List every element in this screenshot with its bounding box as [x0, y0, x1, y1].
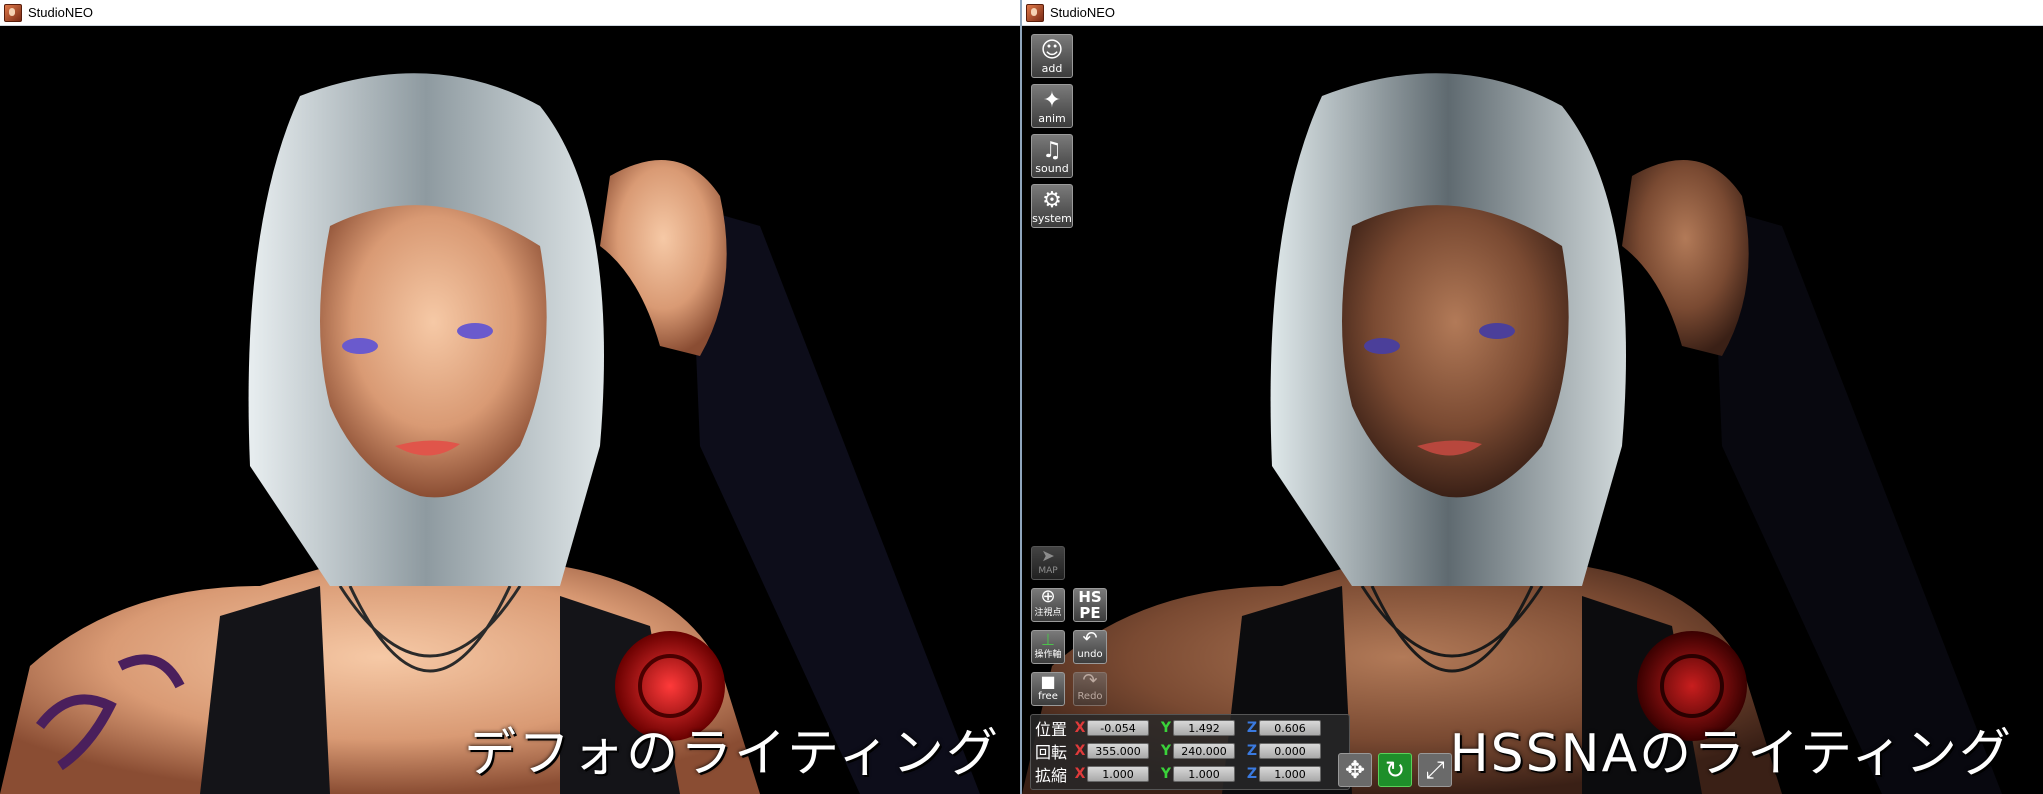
- camera-icon: ■: [1040, 672, 1056, 691]
- studio-window-default-lighting: StudioNEO デフォのライティング: [0, 0, 1020, 794]
- title-bar: StudioNEO: [1022, 0, 2043, 26]
- studio-window-hssna-lighting: StudioNEO ☺ add ✦ anim ♫ sound ⚙ system …: [1022, 0, 2043, 794]
- move-mode-button[interactable]: ✥: [1338, 753, 1372, 787]
- person-icon: ☺: [1040, 38, 1064, 63]
- anim-button[interactable]: ✦ anim: [1031, 84, 1073, 128]
- scale-mode-button[interactable]: ⤢: [1418, 753, 1452, 787]
- system-button[interactable]: ⚙ system: [1031, 184, 1073, 228]
- redo-button[interactable]: ↷ Redo: [1073, 672, 1107, 706]
- lighting-caption: HSSNAのライティング: [1449, 724, 2013, 784]
- map-arrow-icon: ➤: [1041, 546, 1055, 565]
- scale-row: 拡縮 X 1.000 Y 1.000 Z 1.000: [1035, 764, 1331, 785]
- plus-circle-icon: ⊕: [1040, 586, 1056, 607]
- free-camera-button[interactable]: ■ free: [1031, 672, 1065, 706]
- scale-y-field[interactable]: 1.000: [1173, 766, 1235, 782]
- undo-button[interactable]: ↶ undo: [1073, 630, 1107, 664]
- running-figure-icon: ✦: [1042, 88, 1062, 113]
- rotation-y-field[interactable]: 240.000: [1173, 743, 1235, 759]
- rotation-z-field[interactable]: 0.000: [1259, 743, 1321, 759]
- map-button[interactable]: ➤ MAP: [1031, 546, 1065, 580]
- position-y-field[interactable]: 1.492: [1173, 720, 1235, 736]
- transform-panel: 位置 X -0.054 Y 1.492 Z 0.606 回転 X 355.000…: [1030, 714, 1350, 790]
- look-point-button[interactable]: ⊕ 注視点: [1031, 588, 1065, 622]
- operation-axis-button[interactable]: ⊥ 操作軸: [1031, 630, 1065, 664]
- music-note-icon: ♫: [1042, 138, 1062, 163]
- scale-icon: ⤢: [1425, 756, 1445, 784]
- scale-x-field[interactable]: 1.000: [1087, 766, 1149, 782]
- rotate-mode-button[interactable]: ↻: [1378, 753, 1412, 787]
- 3d-viewport[interactable]: ☺ add ✦ anim ♫ sound ⚙ system ➤ MAP ⊕ 注視…: [1022, 26, 2043, 794]
- rotation-row: 回転 X 355.000 Y 240.000 Z 0.000: [1035, 741, 1331, 762]
- app-icon: [4, 3, 22, 22]
- lighting-caption: デフォのライティング: [464, 724, 1000, 784]
- axis-icon: ⊥: [1041, 630, 1055, 649]
- sound-button[interactable]: ♫ sound: [1031, 134, 1073, 178]
- window-title: StudioNEO: [28, 5, 94, 20]
- character-render: [1022, 73, 2002, 794]
- rotation-x-field[interactable]: 355.000: [1087, 743, 1149, 759]
- undo-arrow-icon: ↶: [1082, 628, 1098, 649]
- character-render: [0, 73, 980, 794]
- hspe-button[interactable]: HS PE: [1073, 588, 1107, 622]
- redo-arrow-icon: ↷: [1082, 670, 1098, 691]
- title-bar: StudioNEO: [0, 0, 1020, 26]
- position-z-field[interactable]: 0.606: [1259, 720, 1321, 736]
- app-icon: [1026, 3, 1044, 22]
- rotate-icon: ↻: [1384, 756, 1406, 784]
- window-title: StudioNEO: [1050, 5, 1116, 20]
- gears-icon: ⚙: [1042, 188, 1062, 213]
- position-x-field[interactable]: -0.054: [1087, 720, 1149, 736]
- 3d-viewport[interactable]: デフォのライティング: [0, 26, 1020, 794]
- position-row: 位置 X -0.054 Y 1.492 Z 0.606: [1035, 718, 1331, 739]
- add-button[interactable]: ☺ add: [1031, 34, 1073, 78]
- scale-z-field[interactable]: 1.000: [1259, 766, 1321, 782]
- move-icon: ✥: [1344, 756, 1366, 784]
